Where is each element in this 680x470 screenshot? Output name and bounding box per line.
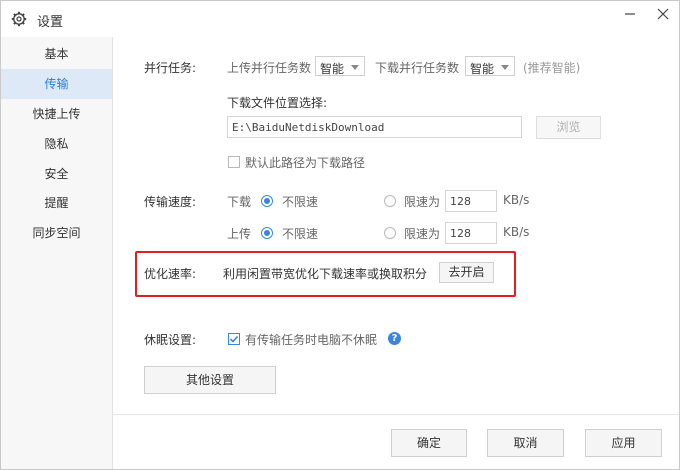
cancel-button[interactable]: 取消 [487,429,564,457]
sidebar-item-reminder[interactable]: 提醒 [1,188,112,218]
upload-unlimited-radio[interactable] [261,227,273,239]
window-title: 设置 [37,15,64,30]
sidebar-item-quick-upload[interactable]: 快捷上传 [1,99,112,129]
upload-limit-input[interactable]: 128 [445,222,497,244]
other-settings-button[interactable]: 其他设置 [144,366,276,394]
download-parallel-select[interactable]: 智能 [465,56,515,76]
sidebar-item-privacy[interactable]: 隐私 [1,129,112,159]
apply-button[interactable]: 应用 [585,429,662,457]
download-parallel-value: 智能 [470,62,495,76]
download-unlimited-radio[interactable] [261,195,273,207]
help-icon[interactable]: ? [388,332,401,345]
download-unlimited-label: 不限速 [282,195,319,209]
sidebar-item-security[interactable]: 安全 [1,159,112,189]
parallel-section-label: 并行任务: [144,61,197,75]
close-icon[interactable] [648,3,678,25]
ok-button[interactable]: 确定 [391,429,467,457]
upload-parallel-label: 上传并行任务数 [227,61,312,75]
minimize-icon[interactable] [615,3,645,25]
download-unit-label: KB/s [503,193,530,207]
title-bar: 设置 [1,1,679,37]
sidebar-item-sync-space[interactable]: 同步空间 [1,218,112,248]
download-limit-input[interactable]: 128 [445,190,497,212]
download-limit-radio[interactable] [384,195,396,207]
sidebar: 基本 传输 快捷上传 隐私 安全 提醒 同步空间 [1,37,113,469]
enable-optimize-button[interactable]: 去开启 [439,262,494,283]
upload-unit-label: KB/s [503,225,530,239]
download-location-label: 下载文件位置选择: [227,96,328,110]
parallel-hint: (推荐智能) [523,61,581,75]
no-sleep-checkbox[interactable] [228,333,240,345]
browse-button[interactable]: 浏览 [536,116,601,139]
chevron-down-icon [351,65,359,70]
download-limit-label: 限速为 [404,195,441,209]
download-parallel-label: 下载并行任务数 [375,61,460,75]
gear-icon [11,11,27,27]
download-path-input[interactable]: E:\BaiduNetdiskDownload [227,116,522,138]
upload-unlimited-label: 不限速 [282,227,319,241]
check-icon [229,335,239,343]
default-path-checkbox[interactable] [228,156,240,168]
sleep-section-label: 休眠设置: [144,333,197,347]
default-path-label: 默认此路径为下载路径 [245,156,366,170]
upload-parallel-value: 智能 [320,62,345,76]
speed-section-label: 传输速度: [144,195,197,209]
upload-speed-label: 上传 [227,227,252,241]
settings-window: 设置 基本 传输 快捷上传 隐私 安全 提醒 同步空间 并行任务: 上传并行任务… [0,0,680,470]
optimize-description: 利用闲置带宽优化下载速率或换取积分 [223,267,428,281]
upload-limit-label: 限速为 [404,227,441,241]
optimize-section-label: 优化速率: [144,267,197,281]
chevron-down-icon [501,65,509,70]
download-speed-label: 下载 [227,195,252,209]
upload-limit-radio[interactable] [384,227,396,239]
sidebar-item-basic[interactable]: 基本 [1,39,112,69]
upload-parallel-select[interactable]: 智能 [315,56,365,76]
no-sleep-label: 有传输任务时电脑不休眠 [245,333,378,347]
sidebar-item-transfer[interactable]: 传输 [1,69,112,99]
footer-divider [112,414,679,415]
